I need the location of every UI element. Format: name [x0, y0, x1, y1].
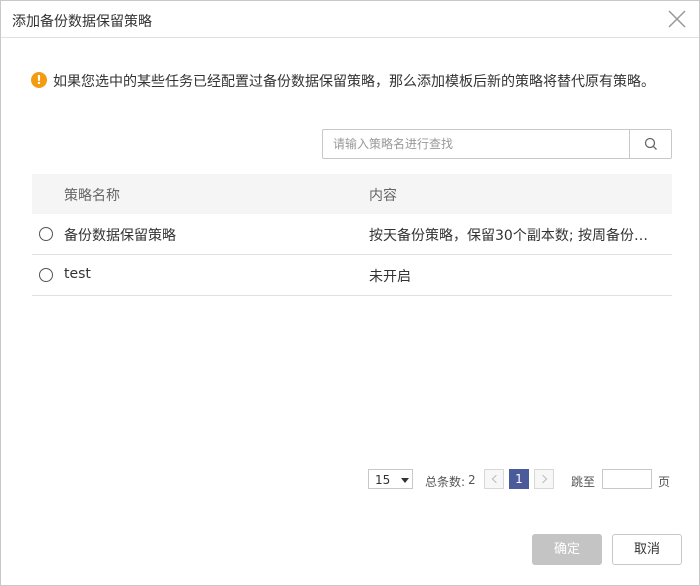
total-count: 2 — [468, 473, 476, 487]
cancel-button[interactable]: 取消 — [612, 534, 682, 565]
policy-content: 按天备份策略，保留30个副本数; 按周备份策略 — [369, 228, 659, 244]
ok-button[interactable]: 确定 — [532, 534, 602, 565]
search-input[interactable] — [323, 130, 629, 158]
table-header: 策略名称 内容 — [32, 174, 672, 214]
policy-content: 未开启 — [369, 269, 411, 285]
close-icon[interactable] — [665, 7, 689, 31]
prev-page-button[interactable] — [484, 469, 504, 489]
dialog-titlebar: 添加备份数据保留策略 — [1, 1, 699, 38]
policy-table: 策略名称 内容 备份数据保留策略 按天备份策略，保留30个副本数; 按周备份策略… — [32, 174, 672, 296]
jump-label: 跳至 — [571, 475, 596, 489]
table-row[interactable]: test 未开启 — [32, 255, 672, 296]
row-radio[interactable] — [39, 268, 53, 282]
chevron-down-icon — [401, 478, 409, 483]
dialog-title: 添加备份数据保留策略 — [12, 14, 152, 30]
page-number-current[interactable]: 1 — [509, 469, 529, 489]
page-unit-label: 页 — [658, 475, 671, 489]
column-header-content: 内容 — [369, 188, 397, 204]
row-radio[interactable] — [39, 227, 53, 241]
table-row[interactable]: 备份数据保留策略 按天备份策略，保留30个副本数; 按周备份策略 — [32, 214, 672, 255]
total-label: 总条数: — [425, 475, 466, 489]
search-icon — [644, 137, 657, 150]
dialog: 添加备份数据保留策略 ! 如果您选中的某些任务已经配置过备份数据保留策略，那么添… — [0, 0, 700, 586]
chevron-left-icon — [491, 474, 501, 484]
policy-name: test — [64, 266, 91, 282]
next-page-button[interactable] — [534, 469, 554, 489]
policy-name: 备份数据保留策略 — [64, 228, 176, 244]
page-size-value: 15 — [375, 473, 391, 487]
page-size-select[interactable]: 15 — [368, 469, 413, 489]
search-box — [322, 129, 672, 159]
column-header-name: 策略名称 — [64, 188, 120, 204]
notice: ! 如果您选中的某些任务已经配置过备份数据保留策略，那么添加模板后新的策略将替代… — [31, 70, 681, 94]
chevron-right-icon — [538, 474, 548, 484]
jump-page-input[interactable] — [602, 469, 652, 489]
search-button[interactable] — [629, 130, 671, 158]
notice-text: 如果您选中的某些任务已经配置过备份数据保留策略，那么添加模板后新的策略将替代原有… — [53, 74, 655, 90]
warning-icon: ! — [31, 72, 47, 88]
